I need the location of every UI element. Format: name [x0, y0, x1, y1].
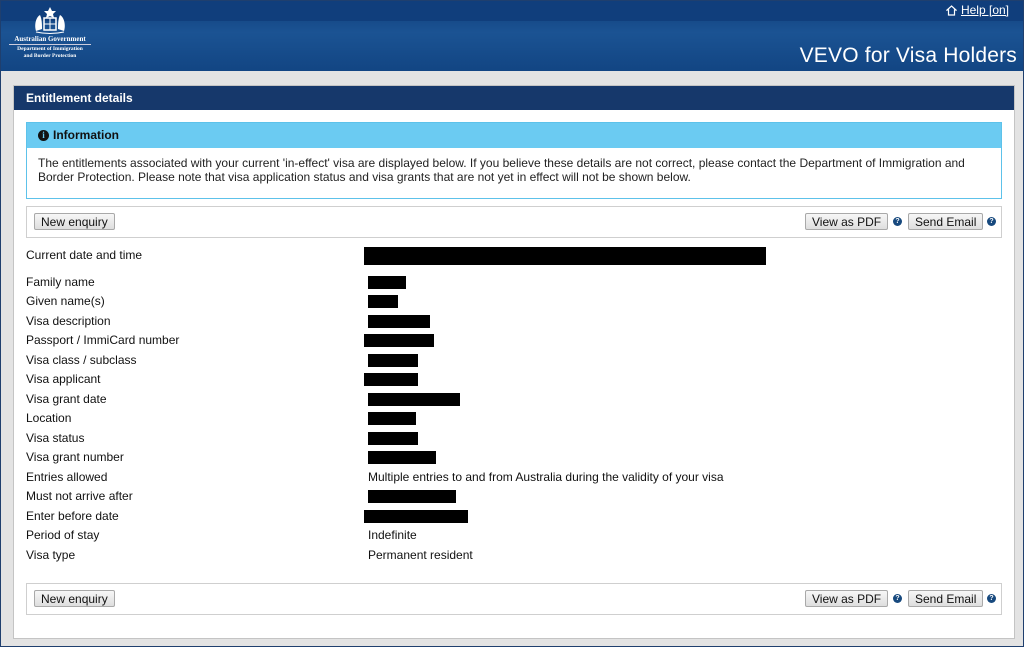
- detail-label: Period of stay: [26, 528, 100, 542]
- dept-line: Department of Immigration and Border Pro…: [9, 44, 91, 59]
- new-enquiry-button[interactable]: New enquiry: [34, 590, 115, 607]
- view-pdf-button[interactable]: View as PDF: [805, 590, 889, 607]
- current-datetime-label: Current date and time: [26, 248, 143, 262]
- help-toggle[interactable]: Help [on]: [945, 3, 1009, 17]
- detail-row: Period of stay Indefinite: [26, 526, 1000, 545]
- detail-row: Visa class / subclass: [26, 351, 1000, 370]
- redaction-bar: [364, 373, 418, 386]
- detail-label: Visa type: [26, 548, 76, 562]
- info-icon: i: [38, 130, 49, 141]
- detail-label: Given name(s): [26, 294, 105, 308]
- dept-line-1: Department of Immigration: [17, 46, 83, 52]
- redaction-bar: [368, 451, 436, 464]
- detail-row: Visa type Permanent resident: [26, 546, 1000, 565]
- detail-value: Multiple entries to and from Australia d…: [368, 470, 724, 484]
- window-frame: Australian Government Department of Immi…: [0, 0, 1024, 647]
- detail-row: Must not arrive after: [26, 487, 1000, 506]
- redaction-bar: [368, 393, 460, 406]
- detail-label: Must not arrive after: [26, 489, 133, 503]
- detail-row: Passport / ImmiCard number: [26, 331, 1000, 350]
- view-pdf-button[interactable]: View as PDF: [805, 213, 889, 230]
- redaction-bar: [368, 490, 456, 503]
- bottom-button-bar: New enquiry View as PDF ? Send Email ?: [26, 583, 1002, 615]
- top-button-bar: New enquiry View as PDF ? Send Email ?: [26, 206, 1002, 238]
- redaction-bar: [368, 276, 406, 289]
- panel-title: Entitlement details: [14, 86, 1014, 110]
- detail-label: Visa description: [26, 314, 111, 328]
- detail-row: Family name: [26, 273, 1000, 292]
- detail-label: Visa class / subclass: [26, 353, 137, 367]
- gov-line: Australian Government: [14, 35, 86, 43]
- send-email-button[interactable]: Send Email: [908, 213, 984, 230]
- redaction-bar: [364, 247, 766, 265]
- detail-label: Location: [26, 411, 72, 425]
- coat-of-arms-icon: [35, 7, 65, 34]
- detail-row: Enter before date: [26, 507, 1000, 526]
- detail-value: Indefinite: [368, 528, 417, 542]
- information-header: i Information: [27, 123, 1001, 148]
- detail-row: Visa description: [26, 312, 1000, 331]
- detail-value: Permanent resident: [368, 548, 473, 562]
- entitlement-panel: Entitlement details i Information The en…: [13, 85, 1015, 639]
- redaction-bar: [368, 432, 418, 445]
- redaction-bar: [364, 510, 468, 523]
- detail-row: Visa grant date: [26, 390, 1000, 409]
- detail-row: Entries allowed Multiple entries to and f…: [26, 468, 1000, 487]
- dept-line-2: and Border Protection: [23, 52, 77, 59]
- redaction-bar: [368, 295, 398, 308]
- detail-label: Passport / ImmiCard number: [26, 333, 180, 347]
- detail-label: Visa applicant: [26, 372, 101, 386]
- new-enquiry-button[interactable]: New enquiry: [34, 213, 115, 230]
- coat-of-arms-logo[interactable]: Australian Government Department of Immi…: [9, 5, 91, 67]
- detail-label: Entries allowed: [26, 470, 108, 484]
- redaction-bar: [368, 412, 416, 425]
- detail-row: Given name(s): [26, 292, 1000, 311]
- question-icon[interactable]: ?: [987, 594, 996, 603]
- detail-label: Visa grant number: [26, 450, 124, 464]
- redaction-bar: [364, 334, 434, 347]
- detail-label: Visa grant date: [26, 392, 107, 406]
- detail-label: Family name: [26, 275, 95, 289]
- site-header: Australian Government Department of Immi…: [1, 1, 1023, 71]
- header-top-strip: [1, 1, 1023, 21]
- redaction-bar: [368, 354, 418, 367]
- information-title: Information: [53, 128, 119, 142]
- detail-row: Location: [26, 409, 1000, 428]
- question-icon[interactable]: ?: [987, 217, 996, 226]
- detail-row: Visa status: [26, 429, 1000, 448]
- redaction-bar: [368, 315, 430, 328]
- question-icon[interactable]: ?: [893, 217, 902, 226]
- detail-row: Visa applicant: [26, 370, 1000, 389]
- send-email-button[interactable]: Send Email: [908, 590, 984, 607]
- information-box: i Information The entitlements associate…: [26, 122, 1002, 199]
- question-icon[interactable]: ?: [893, 594, 902, 603]
- detail-row: Visa grant number: [26, 448, 1000, 467]
- information-text: The entitlements associated with your cu…: [38, 156, 965, 184]
- current-datetime-row: Current date and time: [26, 246, 1000, 265]
- app-title: VEVO for Visa Holders: [799, 44, 1017, 67]
- detail-label: Enter before date: [26, 509, 119, 523]
- help-link[interactable]: Help [on]: [961, 3, 1009, 17]
- help-icon: [945, 4, 957, 16]
- detail-label: Visa status: [26, 431, 85, 445]
